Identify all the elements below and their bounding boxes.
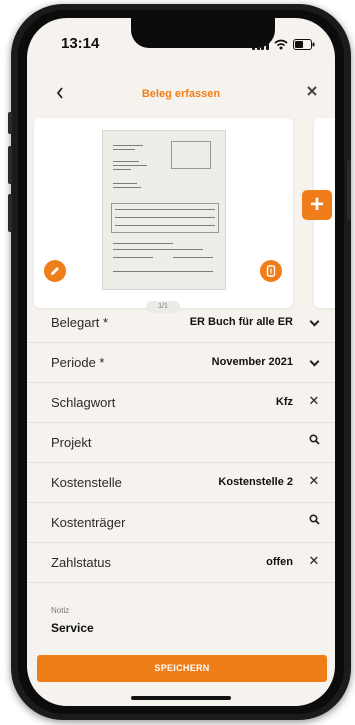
field-kostenstelle[interactable]: Kostenstelle Kostenstelle 2 ✕	[27, 463, 335, 503]
field-value: Kostenstelle 2	[218, 476, 293, 488]
delete-document-button[interactable]	[260, 260, 282, 282]
edit-document-button[interactable]	[44, 260, 66, 282]
clear-icon[interactable]: ✕	[307, 553, 321, 569]
field-kostentraeger[interactable]: Kostenträger	[27, 503, 335, 543]
clear-icon[interactable]: ✕	[307, 473, 321, 489]
document-image-card[interactable]: 1/1	[34, 118, 293, 313]
close-button[interactable]	[306, 84, 318, 102]
save-button[interactable]: SPEICHERN	[37, 655, 327, 682]
home-indicator	[131, 696, 231, 700]
field-label: Schlagwort	[51, 395, 116, 410]
signal-icon	[252, 39, 269, 50]
field-periode[interactable]: Periode * November 2021	[27, 343, 335, 383]
note-label: Notiz	[51, 606, 70, 615]
field-label: Zahlstatus	[51, 555, 111, 570]
header: Beleg erfassen	[27, 80, 335, 110]
add-image-button[interactable]: +	[302, 190, 332, 220]
note-input[interactable]: Service	[51, 621, 94, 635]
field-projekt[interactable]: Projekt	[27, 423, 335, 463]
document-thumbnail[interactable]	[102, 130, 226, 290]
clear-icon[interactable]: ✕	[307, 393, 321, 409]
pencil-icon	[51, 267, 59, 275]
phone-volume-up-button	[8, 146, 12, 184]
search-icon[interactable]	[307, 433, 321, 448]
field-value: offen	[266, 556, 293, 568]
field-label: Kostenträger	[51, 515, 126, 530]
app-screen: 13:14 Beleg erfassen 1/1 + Belegart * ER…	[27, 18, 335, 706]
trash-icon	[266, 265, 276, 277]
battery-icon	[292, 38, 314, 50]
phone-side-button	[8, 112, 12, 134]
field-zahlstatus[interactable]: Zahlstatus offen ✕	[27, 543, 335, 583]
field-value: ER Buch für alle ER	[189, 316, 293, 328]
chevron-down-icon[interactable]	[307, 353, 321, 368]
phone-power-button	[347, 160, 351, 220]
field-label: Periode *	[51, 355, 105, 370]
plus-icon: +	[309, 191, 324, 218]
field-value: November 2021	[211, 356, 293, 368]
wifi-icon	[273, 39, 288, 49]
field-label: Projekt	[51, 435, 92, 450]
field-label: Belegart *	[51, 315, 109, 330]
page-title: Beleg erfassen	[141, 88, 221, 100]
field-label: Kostenstelle	[51, 475, 122, 490]
status-icons	[252, 37, 315, 51]
phone-volume-down-button	[8, 194, 12, 232]
field-belegart[interactable]: Belegart * ER Buch für alle ER	[27, 303, 335, 343]
close-icon	[307, 86, 317, 96]
search-icon[interactable]	[307, 513, 321, 528]
field-value: Kfz	[275, 396, 293, 408]
field-schlagwort[interactable]: Schlagwort Kfz ✕	[27, 383, 335, 423]
chevron-down-icon[interactable]	[307, 313, 321, 328]
status-time: 13:14	[61, 35, 100, 52]
